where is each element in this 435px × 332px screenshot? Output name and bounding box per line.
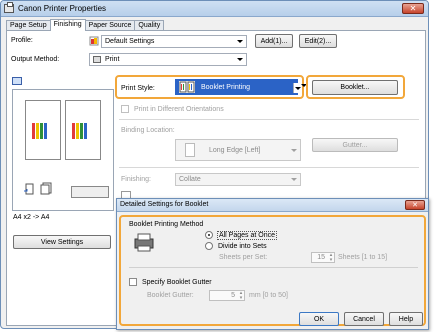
- finishing-value: Collate: [179, 176, 201, 183]
- preview-left-page: [25, 100, 61, 160]
- edit-profile-button[interactable]: Edit(2)...: [299, 34, 337, 48]
- print-style-dropdown-button[interactable]: [293, 83, 301, 93]
- chevron-down-icon: [295, 87, 301, 90]
- profile-label: Profile:: [11, 37, 33, 44]
- printer-small-icon: [93, 56, 101, 63]
- chevron-down-icon: [291, 178, 297, 181]
- print-different-orientations[interactable]: Print in Different Orientations: [121, 105, 224, 113]
- output-method-select[interactable]: Print: [89, 53, 247, 66]
- cancel-button[interactable]: Cancel: [344, 312, 384, 326]
- all-pages-at-once-option[interactable]: All Pages at Once: [205, 230, 277, 240]
- help-button[interactable]: Help: [389, 312, 423, 326]
- output-method-value: Print: [105, 56, 120, 63]
- binding-location-value: Long Edge [Left]: [209, 146, 261, 154]
- divider: [119, 119, 419, 120]
- profile-value: Default Settings: [105, 38, 155, 45]
- specify-gutter-checkbox[interactable]: [129, 278, 137, 286]
- divide-into-sets-option[interactable]: Divide into Sets: [205, 242, 267, 250]
- gutter-range-label: mm [0 to 50]: [249, 292, 288, 299]
- specify-gutter-option[interactable]: Specify Booklet Gutter: [129, 278, 212, 286]
- ok-button[interactable]: OK: [299, 312, 339, 326]
- booklet-printer-icon: [133, 232, 155, 252]
- booklet-gutter-label: Booklet Gutter:: [147, 292, 194, 299]
- chevron-down-icon: [237, 40, 243, 43]
- binding-location-label: Binding Location:: [121, 127, 175, 134]
- sheets-per-set-stepper[interactable]: 15: [311, 252, 335, 263]
- print-style-select[interactable]: Booklet Printing: [175, 79, 307, 95]
- divide-sets-label: Divide into Sets: [217, 242, 267, 250]
- binding-page-icon: [185, 143, 195, 157]
- view-settings-button[interactable]: View Settings: [13, 235, 111, 249]
- staple-preview-icon: [71, 186, 109, 198]
- dialog-divider: [129, 267, 418, 268]
- chevron-down-icon: [237, 58, 243, 61]
- page-preview: [12, 89, 114, 211]
- specify-gutter-label: Specify Booklet Gutter: [141, 278, 212, 286]
- finishing-select[interactable]: Collate: [175, 173, 301, 186]
- all-pages-radio[interactable]: [205, 231, 213, 239]
- print-style-label: Print Style:: [121, 85, 155, 92]
- print-style-value: Booklet Printing: [201, 83, 251, 91]
- booklet-gutter-stepper[interactable]: 5: [209, 290, 245, 301]
- orientation-checkbox-label: Print in Different Orientations: [133, 105, 224, 113]
- gutter-button[interactable]: Gutter...: [312, 138, 398, 152]
- booklet-settings-dialog: Detailed Settings for Booklet ✕ Booklet …: [116, 198, 429, 330]
- chevron-down-icon: [291, 149, 297, 152]
- all-pages-label: All Pages at Once: [216, 230, 277, 240]
- layout-preview-icon: [12, 77, 22, 85]
- preview-caption: A4 x2 -> A4: [13, 214, 50, 221]
- dialog-title[interactable]: Detailed Settings for Booklet: [117, 199, 428, 212]
- stack-pages-icon: [40, 182, 52, 195]
- rotate-page-icon: [23, 183, 35, 195]
- booklet-method-label: Booklet Printing Method: [129, 221, 204, 228]
- orientation-checkbox[interactable]: [121, 105, 129, 113]
- preview-right-page: [65, 100, 101, 160]
- tab-finishing[interactable]: Finishing: [49, 19, 86, 31]
- output-method-label: Output Method:: [11, 56, 60, 63]
- close-button[interactable]: ✕: [402, 3, 424, 14]
- window-title: Canon Printer Properties: [18, 4, 107, 13]
- sheets-per-set-label: Sheets per Set:: [219, 254, 268, 261]
- profile-icon: [89, 36, 99, 46]
- booklet-icon: [179, 81, 195, 93]
- dialog-close-button[interactable]: ✕: [405, 200, 425, 210]
- finishing-label: Finishing:: [121, 176, 151, 183]
- sheets-range-label: Sheets [1 to 15]: [338, 254, 388, 261]
- profile-select[interactable]: Default Settings: [101, 35, 247, 48]
- booklet-button[interactable]: Booklet...: [312, 80, 398, 95]
- divider: [119, 167, 419, 168]
- binding-location-select[interactable]: Long Edge [Left]: [175, 139, 301, 161]
- add-profile-button[interactable]: Add(1)...: [255, 34, 293, 48]
- divide-sets-radio[interactable]: [205, 242, 213, 250]
- printer-icon: [4, 2, 14, 13]
- title-bar[interactable]: Canon Printer Properties ✕: [1, 1, 428, 17]
